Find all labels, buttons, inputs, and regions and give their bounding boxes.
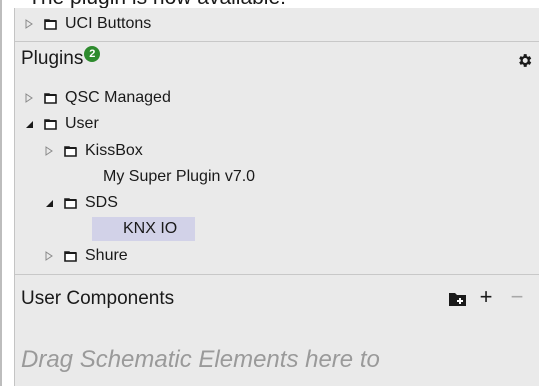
left-divider — [0, 0, 2, 386]
remove-component-button[interactable]: − — [508, 284, 526, 309]
add-component-button[interactable]: + — [477, 284, 495, 309]
expand-arrow-icon[interactable] — [23, 18, 35, 30]
plugins-section-title: Plugins 2 — [21, 46, 101, 70]
tree-item-my-super-plugin[interactable]: My Super Plugin v7.0 — [103, 164, 255, 190]
plugins-count-badge: 2 — [84, 46, 101, 62]
expand-arrow-icon[interactable] — [43, 145, 55, 157]
tree-item-label: SDS — [85, 194, 118, 211]
library-panel: UCI Buttons Plugins 2 QSC Managed User K… — [14, 8, 539, 386]
section-divider — [15, 274, 539, 275]
tree-item-label: User — [65, 115, 99, 132]
folder-icon — [43, 118, 57, 130]
expand-arrow-icon[interactable] — [23, 92, 35, 104]
folder-icon — [63, 145, 77, 157]
tree-item-label: KNX IO — [123, 220, 178, 237]
tree-item-label: UCI Buttons — [65, 15, 152, 32]
collapse-arrow-icon[interactable] — [23, 118, 35, 130]
tree-item-shure[interactable]: Shure — [43, 243, 128, 269]
section-divider — [15, 41, 539, 42]
expand-arrow-icon[interactable] — [43, 250, 55, 262]
gear-icon[interactable] — [515, 51, 533, 69]
folder-icon — [43, 92, 57, 104]
plugins-title: Plugins — [21, 48, 84, 69]
drop-zone-hint: Drag Schematic Elements here to — [21, 346, 380, 373]
tree-item-label: My Super Plugin v7.0 — [103, 168, 256, 185]
tree-item-qsc-managed[interactable]: QSC Managed — [23, 85, 171, 111]
tree-item-label: Shure — [85, 247, 128, 264]
tree-item-label: QSC Managed — [65, 89, 171, 106]
folder-icon — [43, 18, 57, 30]
collapse-arrow-icon[interactable] — [43, 197, 55, 209]
user-components-title: User Components — [21, 288, 175, 309]
tree-item-kissbox[interactable]: KissBox — [43, 138, 143, 164]
folder-icon — [63, 197, 77, 209]
caption-text: The plugin is now available: — [28, 0, 286, 8]
tree-item-knx-io[interactable]: KNX IO — [123, 216, 177, 242]
tree-item-label: KissBox — [85, 142, 143, 159]
screenshot-root: The plugin is now available: UCI Buttons… — [0, 0, 539, 386]
tree-item-sds[interactable]: SDS — [43, 190, 118, 216]
tree-item-uci-buttons[interactable]: UCI Buttons — [23, 11, 151, 37]
tree-item-user[interactable]: User — [23, 111, 99, 137]
new-folder-icon[interactable] — [447, 290, 467, 308]
folder-icon — [63, 250, 77, 262]
